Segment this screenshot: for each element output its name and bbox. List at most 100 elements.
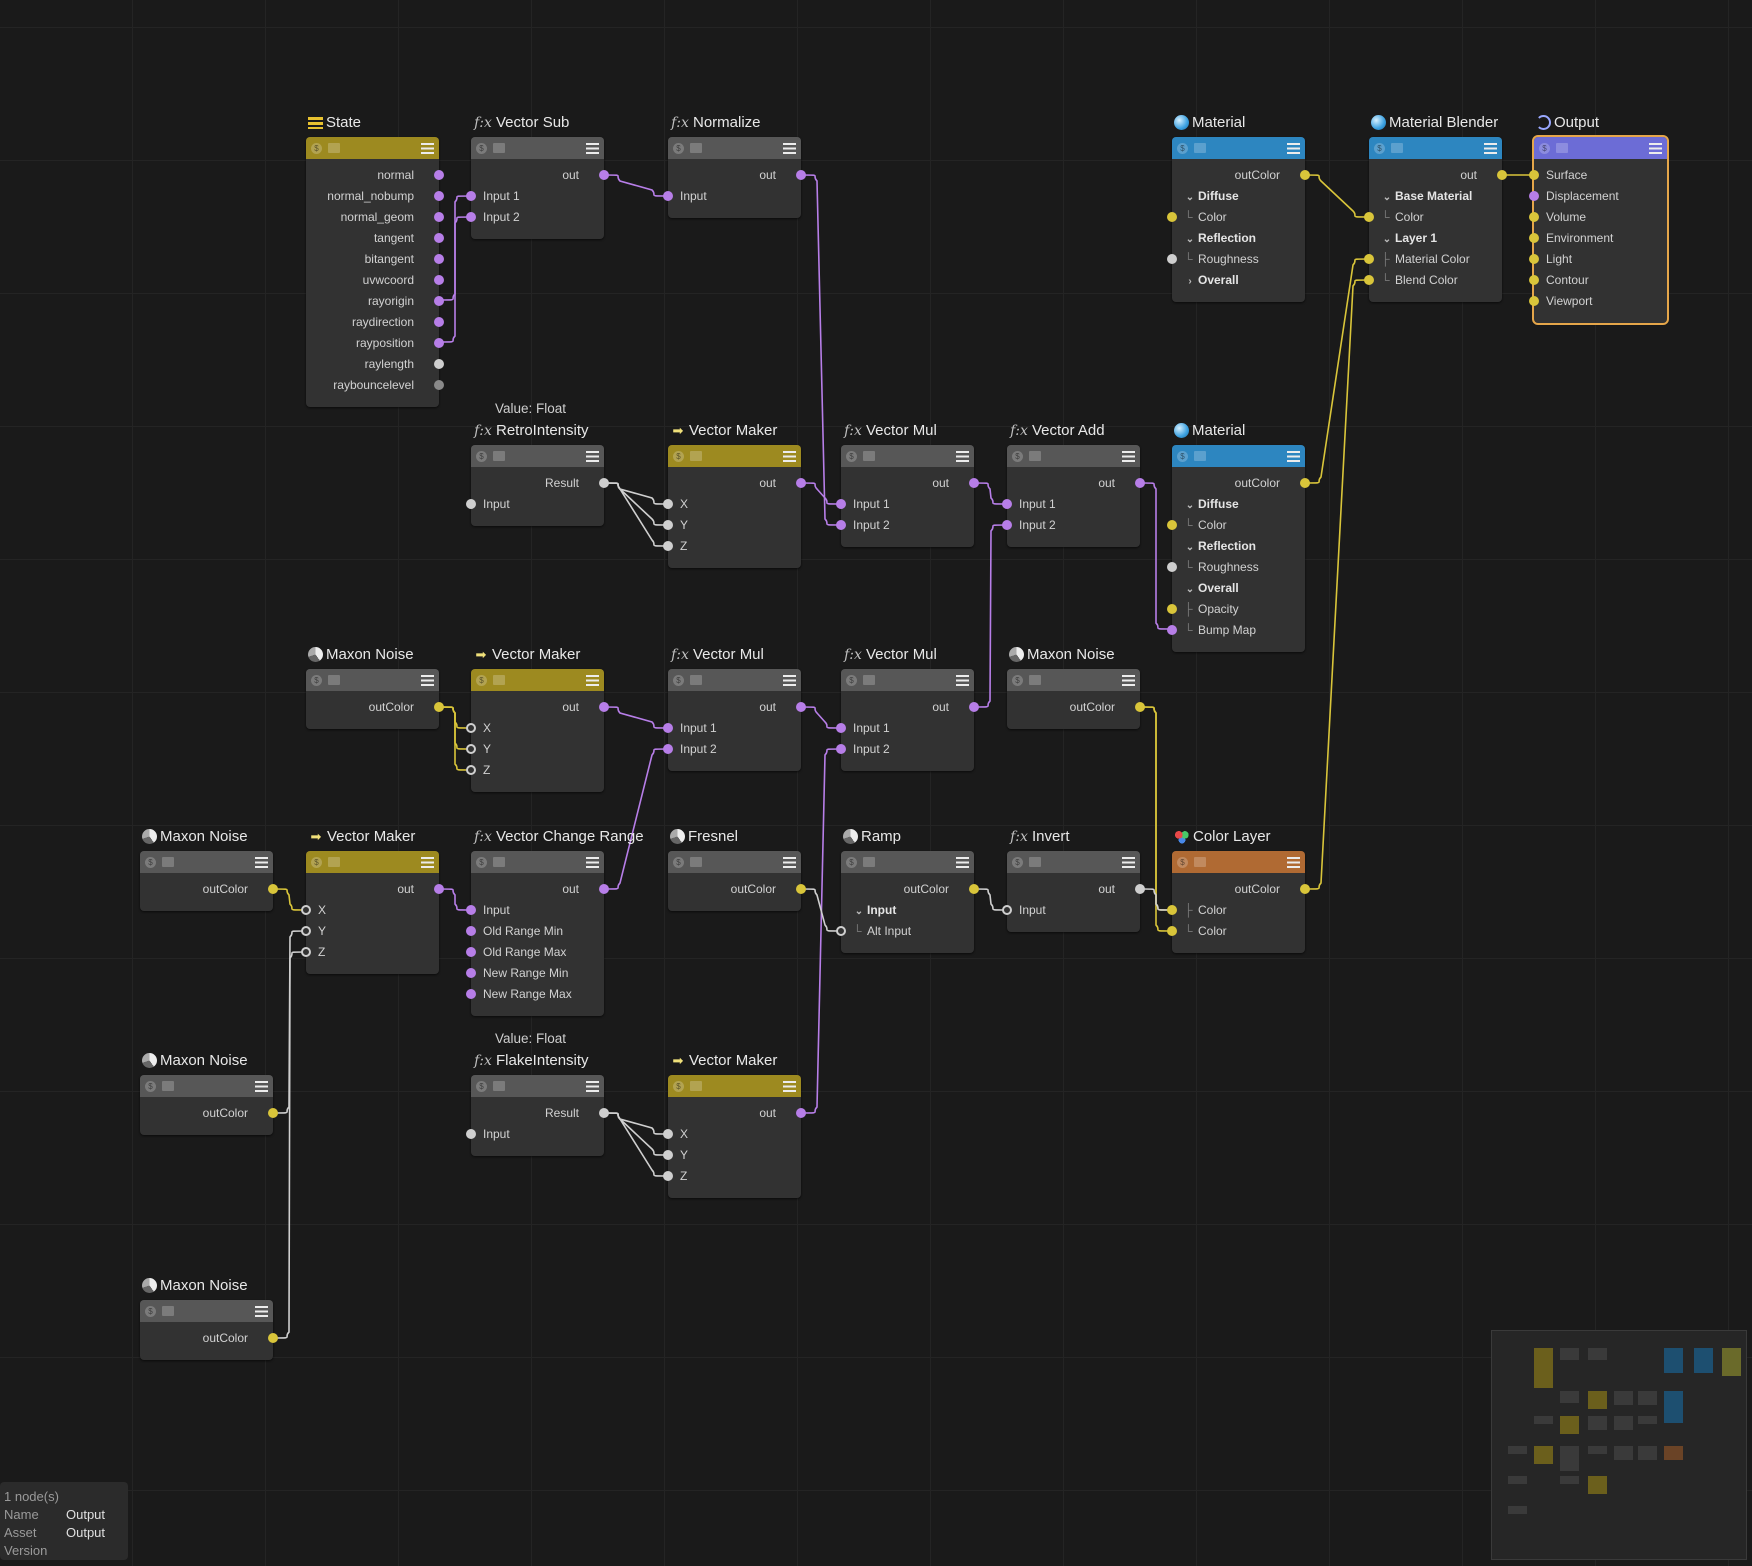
port-out[interactable]: rayposition [356, 333, 444, 354]
port-in[interactable]: Z [663, 1166, 687, 1187]
port-dot[interactable] [268, 884, 278, 894]
menu-icon[interactable] [1287, 142, 1300, 154]
port-dot[interactable] [836, 723, 846, 733]
port-in[interactable]: Old Range Min [466, 921, 563, 942]
chevron-down-icon[interactable]: ⌄ [1381, 229, 1393, 250]
port-in[interactable]: New Range Min [466, 963, 568, 984]
port-in[interactable]: Z [301, 942, 325, 963]
node-header[interactable]: $ [1172, 445, 1305, 467]
node-vector-maker-2[interactable]: ➡ Vector Maker $ out X Y Z [466, 646, 609, 792]
node-header[interactable]: $ [140, 1075, 273, 1097]
port-in[interactable]: New Range Max [466, 984, 572, 1005]
port-dot[interactable] [599, 478, 609, 488]
node-header[interactable]: $ [1007, 445, 1140, 467]
node-header[interactable]: $ [668, 669, 801, 691]
port-out[interactable]: outColor [1070, 697, 1145, 718]
menu-icon[interactable] [1287, 856, 1300, 868]
port-dot[interactable] [663, 191, 673, 201]
node-maxon-noise-1[interactable]: Maxon Noise $ outColor [306, 646, 444, 729]
port-dot[interactable] [1300, 170, 1310, 180]
port-dot[interactable] [663, 1150, 673, 1160]
port-out[interactable]: outColor [1235, 165, 1310, 186]
port-dot[interactable] [466, 765, 476, 775]
port-in[interactable]: X [663, 1124, 688, 1145]
node-header[interactable]: $ [1369, 137, 1502, 159]
menu-icon[interactable] [421, 142, 434, 154]
node-fresnel[interactable]: Fresnel $ outColor [668, 828, 806, 911]
port-dot[interactable] [599, 702, 609, 712]
port-dot[interactable] [301, 947, 311, 957]
node-header[interactable]: $ [668, 851, 801, 873]
menu-icon[interactable] [1122, 450, 1135, 462]
chevron-down-icon[interactable]: ⌄ [1184, 229, 1196, 250]
port-in[interactable]: X [301, 900, 326, 921]
port-dot[interactable] [836, 926, 846, 936]
port-dot[interactable] [1135, 884, 1145, 894]
port-out[interactable]: raybouncelevel [333, 375, 444, 396]
group-overall[interactable]: ⌄ Overall [1172, 578, 1239, 599]
port-out[interactable]: outColor [731, 879, 806, 900]
menu-icon[interactable] [255, 1080, 268, 1092]
node-material-top[interactable]: Material $ outColor ⌄ Diffuse └ Color ⌄ Ref… [1167, 114, 1310, 302]
port-out[interactable]: out [562, 879, 609, 900]
port-out[interactable]: outColor [203, 1103, 278, 1124]
port-dot[interactable] [466, 968, 476, 978]
port-out[interactable]: outColor [369, 697, 444, 718]
port-out[interactable]: uvwcoord [363, 270, 444, 291]
port-dot[interactable] [1497, 170, 1507, 180]
port-out[interactable]: out [759, 1103, 806, 1124]
port-in[interactable]: └ Color [1167, 515, 1227, 536]
node-vector-mul-2[interactable]: f:x Vector Mul $ out Input 1 Input 2 [663, 646, 806, 771]
port-dot[interactable] [1529, 191, 1539, 201]
port-in[interactable]: Z [663, 536, 687, 557]
port-dot[interactable] [836, 744, 846, 754]
menu-icon[interactable] [956, 856, 969, 868]
port-dot[interactable] [1167, 212, 1177, 222]
chevron-down-icon[interactable]: ⌄ [853, 901, 865, 922]
port-dot[interactable] [466, 212, 476, 222]
port-dot[interactable] [434, 254, 444, 264]
port-dot[interactable] [434, 296, 444, 306]
port-in[interactable]: Old Range Max [466, 942, 566, 963]
port-dot[interactable] [1364, 212, 1374, 222]
node-header[interactable]: $ [140, 851, 273, 873]
port-in[interactable]: Input [466, 494, 510, 515]
port-in[interactable]: Input 2 [836, 515, 890, 536]
node-vector-mul-3[interactable]: f:x Vector Mul $ out Input 1 Input 2 [836, 646, 979, 771]
node-vector-mul-1[interactable]: f:x Vector Mul $ out Input 1 Input 2 [836, 422, 979, 547]
port-dot[interactable] [796, 884, 806, 894]
port-dot[interactable] [1135, 702, 1145, 712]
node-header[interactable]: $ [306, 137, 439, 159]
port-dot[interactable] [1364, 275, 1374, 285]
port-in[interactable]: Input [466, 1124, 510, 1145]
port-dot[interactable] [301, 926, 311, 936]
node-state[interactable]: State $ normal normal_nobump normal_geom… [306, 114, 444, 407]
port-dot[interactable] [599, 1108, 609, 1118]
port-dot[interactable] [434, 191, 444, 201]
port-out[interactable]: normal [377, 165, 444, 186]
port-in[interactable]: Y [466, 739, 491, 760]
menu-icon[interactable] [586, 1080, 599, 1092]
port-dot[interactable] [434, 275, 444, 285]
node-header[interactable]: $ [668, 1075, 801, 1097]
port-dot[interactable] [663, 1129, 673, 1139]
group-base-material[interactable]: ⌄ Base Material [1369, 186, 1473, 207]
port-dot[interactable] [796, 478, 806, 488]
port-dot[interactable] [466, 191, 476, 201]
menu-icon[interactable] [783, 142, 796, 154]
node-maxon-noise-3[interactable]: Maxon Noise $ outColor [140, 828, 278, 911]
menu-icon[interactable] [783, 674, 796, 686]
node-header[interactable]: $ [1007, 669, 1140, 691]
port-out[interactable]: out [759, 697, 806, 718]
menu-icon[interactable] [255, 1305, 268, 1317]
port-dot[interactable] [466, 989, 476, 999]
port-dot[interactable] [1529, 275, 1539, 285]
port-dot[interactable] [434, 884, 444, 894]
menu-icon[interactable] [1287, 450, 1300, 462]
port-dot[interactable] [1364, 254, 1374, 264]
port-in[interactable]: Input 2 [466, 207, 520, 228]
group-input[interactable]: ⌄ Input [841, 900, 897, 922]
port-dot[interactable] [434, 359, 444, 369]
navigator-minimap[interactable] [1491, 1330, 1747, 1560]
port-out[interactable]: normal_nobump [327, 186, 444, 207]
